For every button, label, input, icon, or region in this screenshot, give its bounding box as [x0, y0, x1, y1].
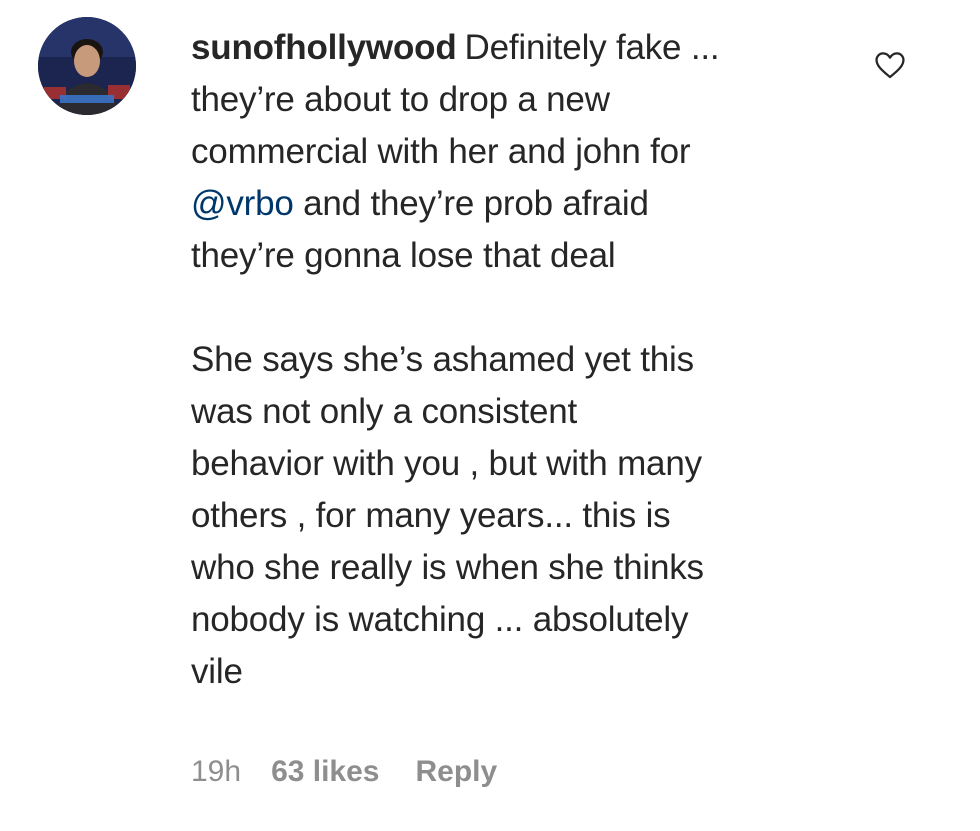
heart-outline-icon[interactable]	[872, 48, 908, 82]
comment-text-line: Definitely fake ...	[464, 28, 720, 67]
comment-item: sunofhollywood Definitely fake ... they’r…	[0, 0, 980, 831]
avatar-image	[38, 17, 136, 115]
comment-meta: 19h 63 likes Reply	[191, 752, 497, 792]
mention-link[interactable]: @vrbo	[191, 184, 294, 223]
comment-timestamp[interactable]: 19h	[191, 752, 241, 792]
comment-text-line: vile	[191, 652, 243, 691]
comment-text-line: who she really is when she thinks	[191, 548, 704, 587]
comment-text-line: others , for many years... this is	[191, 496, 671, 535]
comment-text-line: commercial with her and john for	[191, 132, 691, 171]
avatar[interactable]	[38, 17, 136, 115]
reply-button[interactable]: Reply	[416, 752, 498, 792]
comment-text-line: was not only a consistent	[191, 392, 578, 431]
comment-line-1: sunofhollywood Definitely fake ...	[191, 22, 851, 74]
comment-text-line: they’re about to drop a new	[191, 80, 610, 119]
likes-count[interactable]: 63 likes	[271, 752, 379, 792]
comment-text-line: they’re gonna lose that deal	[191, 236, 616, 275]
comment-text: sunofhollywood Definitely fake ... they’r…	[191, 22, 851, 698]
comment-text-line: nobody is watching ... absolutely	[191, 600, 689, 639]
comment-line-mention: @vrbo and they’re prob afraid	[191, 178, 851, 230]
comment-text-line: She says she’s ashamed yet this	[191, 340, 694, 379]
comment-text-line: and they’re prob afraid	[293, 184, 649, 223]
username-link[interactable]: sunofhollywood	[191, 28, 457, 67]
comment-text-line: behavior with you , but with many	[191, 444, 702, 483]
